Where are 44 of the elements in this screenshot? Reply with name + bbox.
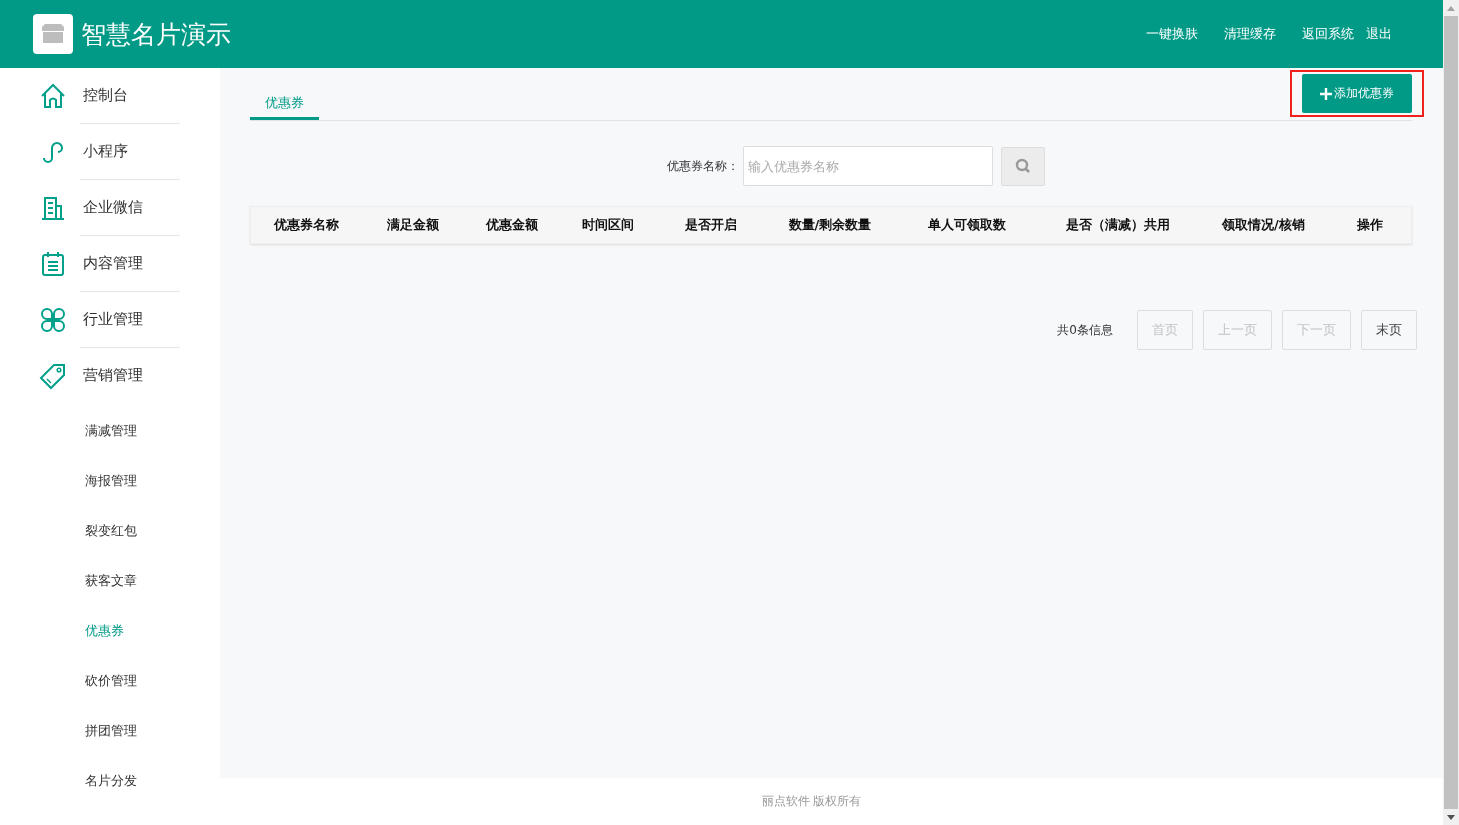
shop-logo-icon: [33, 14, 73, 54]
four-circles-icon: [39, 305, 67, 334]
column-header: 数量/剩余数量: [787, 216, 873, 234]
sidebar-item[interactable]: 企业微信: [0, 180, 220, 235]
column-header: 是否（满减）共用: [1065, 216, 1172, 234]
search-field[interactable]: 输入优惠券名称: [743, 146, 993, 186]
sidebar-subitem[interactable]: 优惠券: [0, 606, 220, 656]
column-header: 优惠券名称: [272, 216, 340, 234]
column-header: 满足金额: [385, 216, 440, 234]
column-header: 领取情况/核销: [1220, 216, 1306, 234]
app-title: 智慧名片演示: [81, 18, 231, 51]
sidebar-item[interactable]: 内容管理: [0, 236, 220, 291]
header-link[interactable]: 清理缓存: [1224, 25, 1276, 43]
search-label: 优惠券名称：: [667, 157, 739, 175]
sidebar-subitem[interactable]: 砍价管理: [0, 656, 220, 706]
column-header: 优惠金额: [484, 216, 539, 234]
sidebar-subitem[interactable]: 拼团管理: [0, 706, 220, 756]
sidebar-item[interactable]: 小程序: [0, 124, 220, 179]
tag-icon: [39, 361, 67, 390]
sidebar-item[interactable]: 营销管理: [0, 348, 220, 403]
sidebar-subitem[interactable]: 满减管理: [0, 406, 220, 456]
sidebar-item[interactable]: 控制台: [0, 68, 220, 123]
clipboard-icon: [39, 249, 67, 278]
column-header: 是否开启: [683, 216, 738, 234]
search-button[interactable]: [1001, 146, 1045, 186]
sidebar-subitem[interactable]: 获客文章: [0, 556, 220, 606]
sidebar-subitem[interactable]: 名片分发: [0, 756, 220, 806]
search-icon: [1015, 158, 1031, 174]
column-header: 操作: [1356, 216, 1385, 234]
add-coupon-button[interactable]: 添加优惠券: [1302, 74, 1412, 113]
sidebar-subitem[interactable]: 海报管理: [0, 456, 220, 506]
page-button[interactable]: 末页: [1361, 310, 1417, 350]
column-header: 时间区间: [580, 216, 635, 234]
header-link[interactable]: 一键换肤: [1146, 25, 1198, 43]
plus-icon: [1320, 87, 1332, 100]
header-link[interactable]: 返回系统: [1302, 25, 1354, 43]
copyright-text: 丽点软件 版权所有: [761, 793, 862, 810]
sidebar-item[interactable]: 行业管理: [0, 292, 220, 347]
scroll-thumb[interactable]: [1444, 16, 1458, 809]
home-icon: [39, 81, 67, 110]
column-header: 单人可领取数: [927, 216, 1008, 234]
sidebar-subitem[interactable]: 裂变红包: [0, 506, 220, 556]
record-count: 共0条信息: [1057, 321, 1113, 339]
header-link[interactable]: 退出: [1366, 25, 1392, 43]
